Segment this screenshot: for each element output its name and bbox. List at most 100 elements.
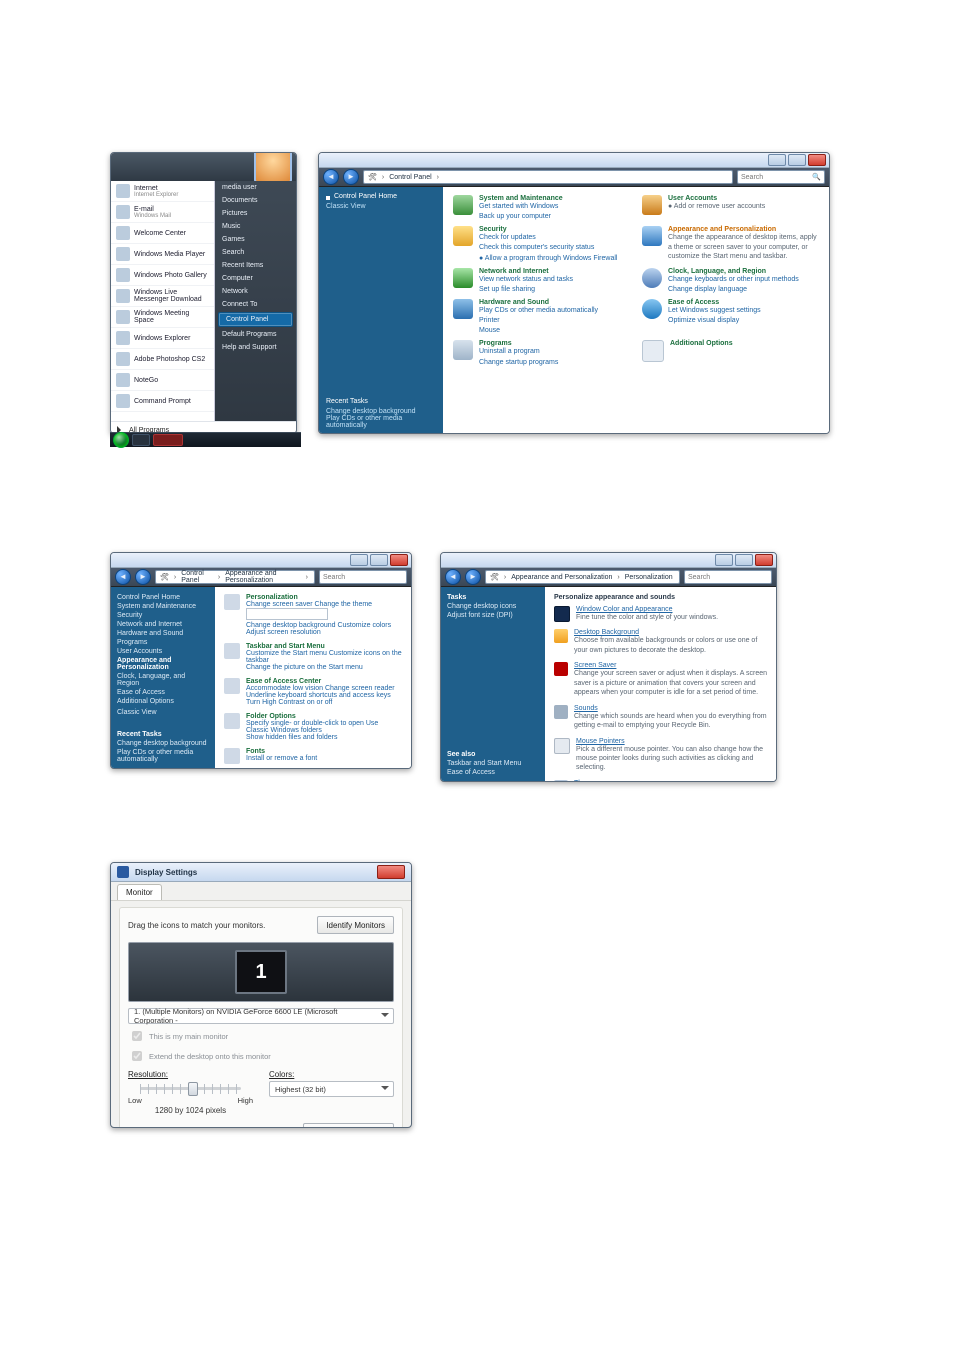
search-box[interactable]: Search (684, 570, 772, 584)
address-bar[interactable]: 🛠 Control Panel (363, 170, 733, 184)
sidebar-category[interactable]: Clock, Language, and Region (117, 672, 209, 688)
start-menu-item[interactable]: Welcome Center (111, 223, 214, 244)
task-title[interactable]: Personalization (246, 594, 402, 601)
task-title[interactable]: Folder Options (246, 713, 402, 720)
task-title[interactable]: Taskbar and Start Menu (246, 643, 402, 650)
cp-category[interactable]: SecurityCheck for updatesCheck this comp… (453, 226, 630, 263)
sidebar-category[interactable]: Ease of Access (117, 688, 209, 697)
recent-task[interactable]: Change desktop background (326, 408, 436, 415)
taskbar-button[interactable] (132, 434, 150, 446)
sidebar-category[interactable]: System and Maintenance (117, 602, 209, 611)
cp-category[interactable]: Ease of AccessLet Windows suggest settin… (642, 299, 819, 336)
device-select[interactable]: 1. (Multiple Monitors) on NVIDIA GeForce… (128, 1008, 394, 1024)
sidebar-category[interactable]: Security (117, 611, 209, 620)
forward-button[interactable]: ► (135, 569, 151, 585)
help-link[interactable]: How do I get the best display? (128, 1128, 235, 1129)
tab-monitor[interactable]: Monitor (117, 884, 162, 900)
minimize-button[interactable] (715, 554, 733, 566)
sidebar-task[interactable]: Adjust font size (DPI) (447, 611, 539, 620)
resolution-slider[interactable] (128, 1081, 253, 1095)
cp-category[interactable]: ProgramsUninstall a programChange startu… (453, 340, 630, 367)
start-menu-place[interactable]: Pictures (215, 207, 296, 220)
recent-task[interactable]: Play CDs or other media automatically (326, 415, 436, 429)
task-title[interactable]: Ease of Access Center (246, 678, 402, 685)
breadcrumb[interactable]: Appearance and Personalization (225, 570, 300, 584)
taskbar-button[interactable] (153, 434, 183, 446)
monitor-arrangement[interactable]: 1 (128, 942, 394, 1002)
minimize-button[interactable] (350, 554, 368, 566)
sidebar-category[interactable]: Appearance and Personalization (117, 656, 209, 672)
forward-button[interactable]: ► (343, 169, 359, 185)
sidebar-category[interactable]: Programs (117, 638, 209, 647)
breadcrumb[interactable]: Personalization (625, 574, 673, 581)
start-menu-item[interactable]: Windows Meeting Space (111, 307, 214, 328)
item-title[interactable]: Sounds (574, 705, 767, 712)
start-menu-place[interactable]: Search (215, 246, 296, 259)
maximize-button[interactable] (370, 554, 388, 566)
sidebar-category[interactable]: Network and Internet (117, 620, 209, 629)
cp-category[interactable]: Additional Options (642, 340, 819, 367)
recent-task[interactable]: Change desktop background (117, 739, 209, 748)
identify-monitors-button[interactable]: Identify Monitors (317, 916, 394, 934)
colors-select[interactable]: Highest (32 bit) (269, 1081, 394, 1097)
item-title[interactable]: Desktop Background (574, 629, 767, 636)
start-menu-place[interactable]: Documents (215, 194, 296, 207)
start-menu-item[interactable]: NoteGo (111, 370, 214, 391)
maximize-button[interactable] (735, 554, 753, 566)
sidebar-category[interactable]: Control Panel Home (117, 593, 209, 602)
start-menu-item[interactable]: Windows Live Messenger Download (111, 286, 214, 307)
cp-category[interactable]: Appearance and PersonalizationChange the… (642, 226, 819, 263)
cp-category[interactable]: Network and InternetView network status … (453, 268, 630, 295)
start-menu-place[interactable]: Help and Support (215, 341, 296, 354)
task-links[interactable]: Customize the Start menu Customize icons… (246, 650, 402, 671)
cp-category[interactable]: Clock, Language, and RegionChange keyboa… (642, 268, 819, 295)
close-button[interactable] (390, 554, 408, 566)
start-menu-item[interactable]: Adobe Photoshop CS2 (111, 349, 214, 370)
see-also-link[interactable]: Ease of Access (447, 768, 539, 777)
breadcrumb[interactable]: Control Panel (389, 174, 431, 181)
see-also-link[interactable]: Taskbar and Start Menu (447, 759, 539, 768)
sidebar-category[interactable]: Classic View (117, 708, 209, 717)
close-button[interactable] (808, 154, 826, 166)
close-button[interactable] (755, 554, 773, 566)
search-box[interactable]: Search (319, 570, 407, 584)
recent-task[interactable]: Play CDs or other media automatically (117, 748, 209, 764)
breadcrumb[interactable]: Control Panel (181, 570, 213, 584)
address-bar[interactable]: 🛠 Appearance and Personalization Persona… (485, 570, 680, 584)
sidebar-task[interactable]: Change desktop icons (447, 602, 539, 611)
start-menu-place[interactable]: Recent Items (215, 259, 296, 272)
start-menu-item[interactable]: E-mailWindows Mail (111, 202, 214, 223)
cp-home[interactable]: Control Panel Home (334, 193, 397, 200)
close-button[interactable] (377, 865, 405, 879)
start-menu-place[interactable]: Computer (215, 272, 296, 285)
breadcrumb[interactable]: Appearance and Personalization (511, 574, 612, 581)
minimize-button[interactable] (768, 154, 786, 166)
start-menu-item[interactable]: Windows Photo Gallery (111, 265, 214, 286)
back-button[interactable]: ◄ (445, 569, 461, 585)
sidebar-category[interactable]: Hardware and Sound (117, 629, 209, 638)
monitor-icon[interactable]: 1 (235, 950, 287, 994)
task-links[interactable]: Accommodate low vision Change screen rea… (246, 685, 402, 706)
sidebar-category[interactable]: Additional Options (117, 697, 209, 706)
start-menu-place[interactable]: Control Panel (218, 312, 293, 327)
start-menu-item[interactable]: Windows Media Player (111, 244, 214, 265)
sidebar-category[interactable]: User Accounts (117, 647, 209, 656)
back-button[interactable]: ◄ (323, 169, 339, 185)
advanced-settings-button[interactable]: Advanced Settings... (303, 1123, 394, 1128)
start-menu-place[interactable]: Network (215, 285, 296, 298)
start-menu-place[interactable]: Music (215, 220, 296, 233)
back-button[interactable]: ◄ (115, 569, 131, 585)
cp-category[interactable]: System and MaintenanceGet started with W… (453, 195, 630, 222)
task-links[interactable]: Install or remove a font (246, 755, 317, 762)
start-orb[interactable] (113, 432, 129, 448)
forward-button[interactable]: ► (465, 569, 481, 585)
cp-category[interactable]: User Accounts● Add or remove user accoun… (642, 195, 819, 222)
item-title[interactable]: Window Color and Appearance (576, 606, 718, 613)
start-menu-place[interactable]: media user (215, 181, 296, 194)
search-box[interactable]: Search 🔍 (737, 170, 825, 184)
inline-input[interactable] (246, 608, 328, 620)
cp-category[interactable]: Hardware and SoundPlay CDs or other medi… (453, 299, 630, 336)
start-menu-place[interactable]: Default Programs (215, 328, 296, 341)
task-title[interactable]: Fonts (246, 748, 317, 755)
start-menu-place[interactable]: Connect To (215, 298, 296, 311)
